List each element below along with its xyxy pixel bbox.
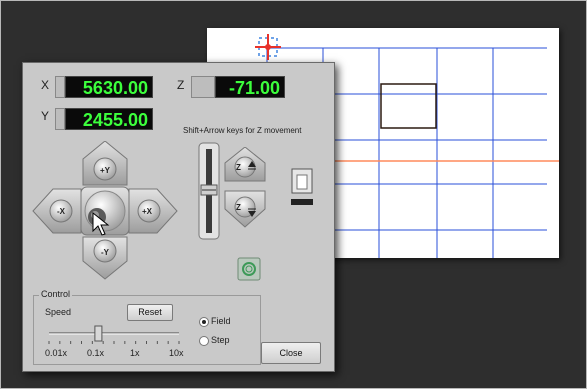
jog-z-down-label[interactable]: Z [236, 203, 241, 212]
speed-tick-label: 0.1x [87, 348, 105, 358]
speed-label: Speed [45, 307, 72, 317]
step-mode-radio[interactable] [199, 336, 209, 346]
x-position-display: 5630.00 [65, 76, 153, 98]
reset-button[interactable]: Reset [127, 304, 173, 321]
y-axis-label: Y [41, 109, 50, 123]
speed-tick-label: 1x [130, 348, 140, 358]
x-lcd-bezel [55, 76, 65, 98]
jog-plus-x-button [128, 188, 178, 234]
field-mode-radio[interactable] [199, 317, 209, 327]
jog-plus-y-button [82, 141, 128, 186]
z-jog-pad [224, 147, 266, 228]
jog-minus-y-button [82, 236, 128, 280]
y-lcd-bezel [55, 108, 65, 130]
speed-slider-thumb [94, 325, 103, 342]
jog-z-down-button [224, 190, 266, 228]
spindle-icon [291, 168, 313, 205]
z-speed-slider[interactable] [197, 141, 221, 241]
jog-minus-y-label[interactable]: -Y [101, 248, 109, 257]
jog-dialog: X 5630.00 Y 2455.00 Z -71.00 Shift+Arrow… [22, 62, 335, 372]
speed-tick-label: 0.01x [45, 348, 68, 358]
speed-slider[interactable] [45, 325, 185, 347]
joystick-center [80, 186, 130, 236]
speed-tick-label: 10x [169, 348, 184, 358]
close-button[interactable]: Close [261, 342, 321, 364]
z-axis-label: Z [177, 78, 185, 92]
z-movement-hint: Shift+Arrow keys for Z movement [183, 126, 302, 135]
step-mode-label: Step [211, 335, 230, 345]
origin-marker-icon [255, 34, 281, 60]
jog-z-up-button [224, 147, 266, 182]
y-position-display: 2455.00 [65, 108, 153, 130]
selected-cell [380, 83, 437, 129]
xy-jog-pad [32, 141, 178, 280]
jog-plus-x-label[interactable]: +X [142, 207, 152, 216]
z-lcd-bezel [191, 76, 215, 98]
jog-minus-x-label[interactable]: -X [57, 207, 65, 216]
field-mode-label: Field [211, 316, 231, 326]
z-position-display: -71.00 [215, 76, 285, 98]
jog-z-up-label[interactable]: Z [236, 163, 241, 172]
x-axis-label: X [41, 78, 50, 92]
control-group-title: Control [39, 289, 73, 299]
jog-plus-y-label[interactable]: +Y [100, 166, 110, 175]
target-icon[interactable] [237, 257, 261, 281]
